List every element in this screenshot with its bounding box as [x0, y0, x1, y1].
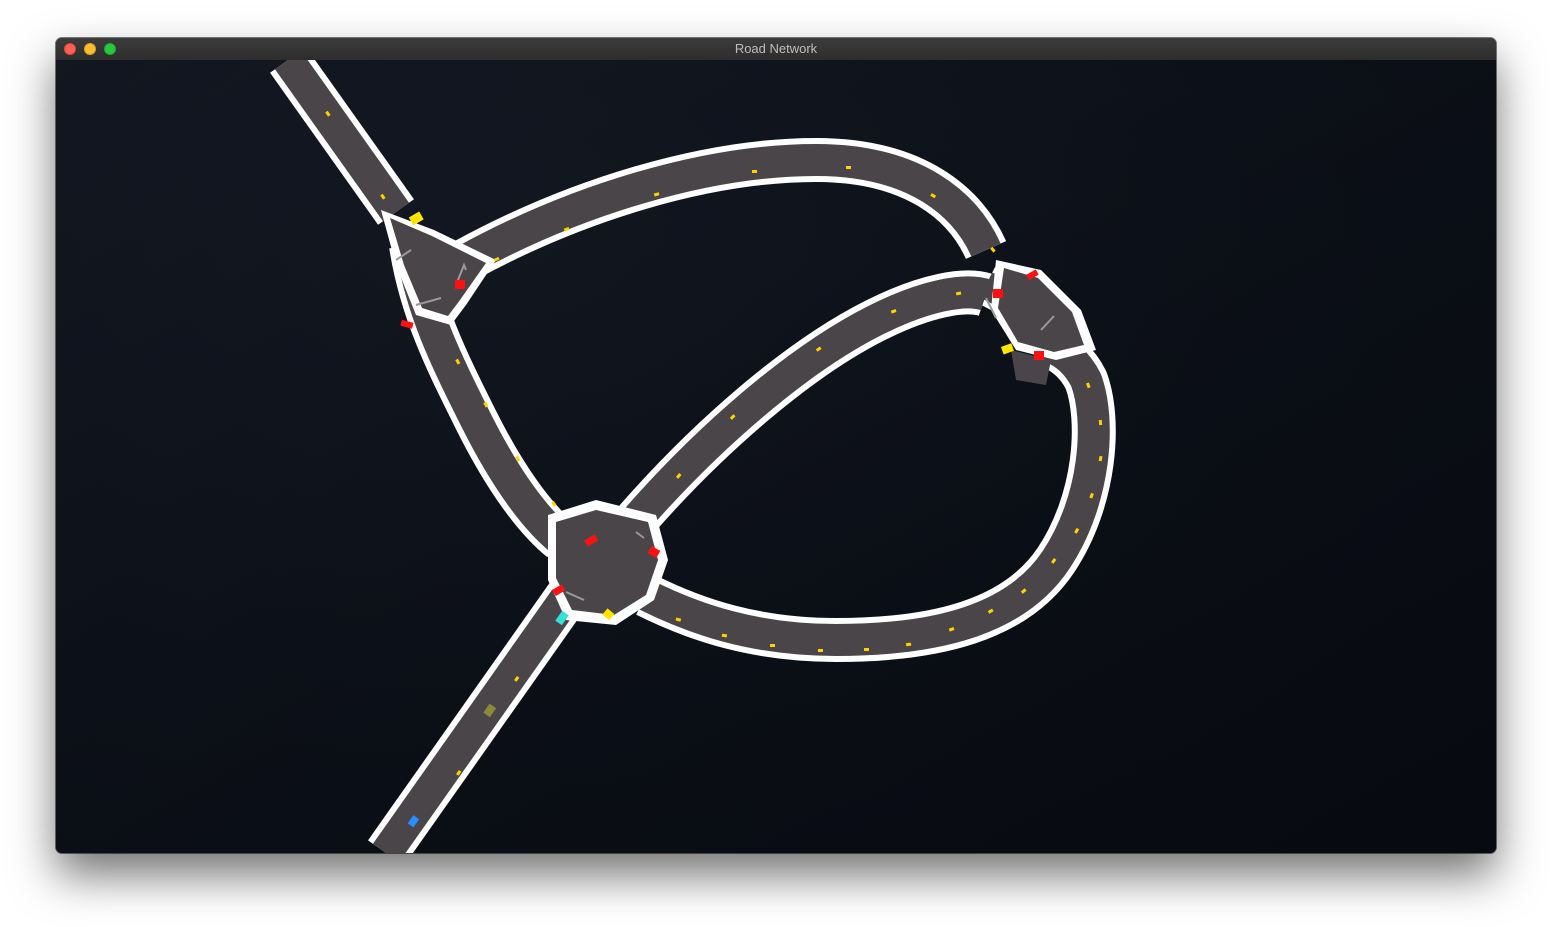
- simulation-viewport[interactable]: [56, 60, 1496, 853]
- title-bar[interactable]: Road Network: [56, 38, 1496, 61]
- traffic-light-red: [993, 289, 1003, 298]
- window-title: Road Network: [734, 41, 818, 56]
- traffic-light-red: [1034, 351, 1044, 360]
- traffic-light-red: [455, 280, 465, 289]
- app-window: Road Network: [56, 38, 1496, 853]
- road-network-canvas: [56, 60, 1496, 853]
